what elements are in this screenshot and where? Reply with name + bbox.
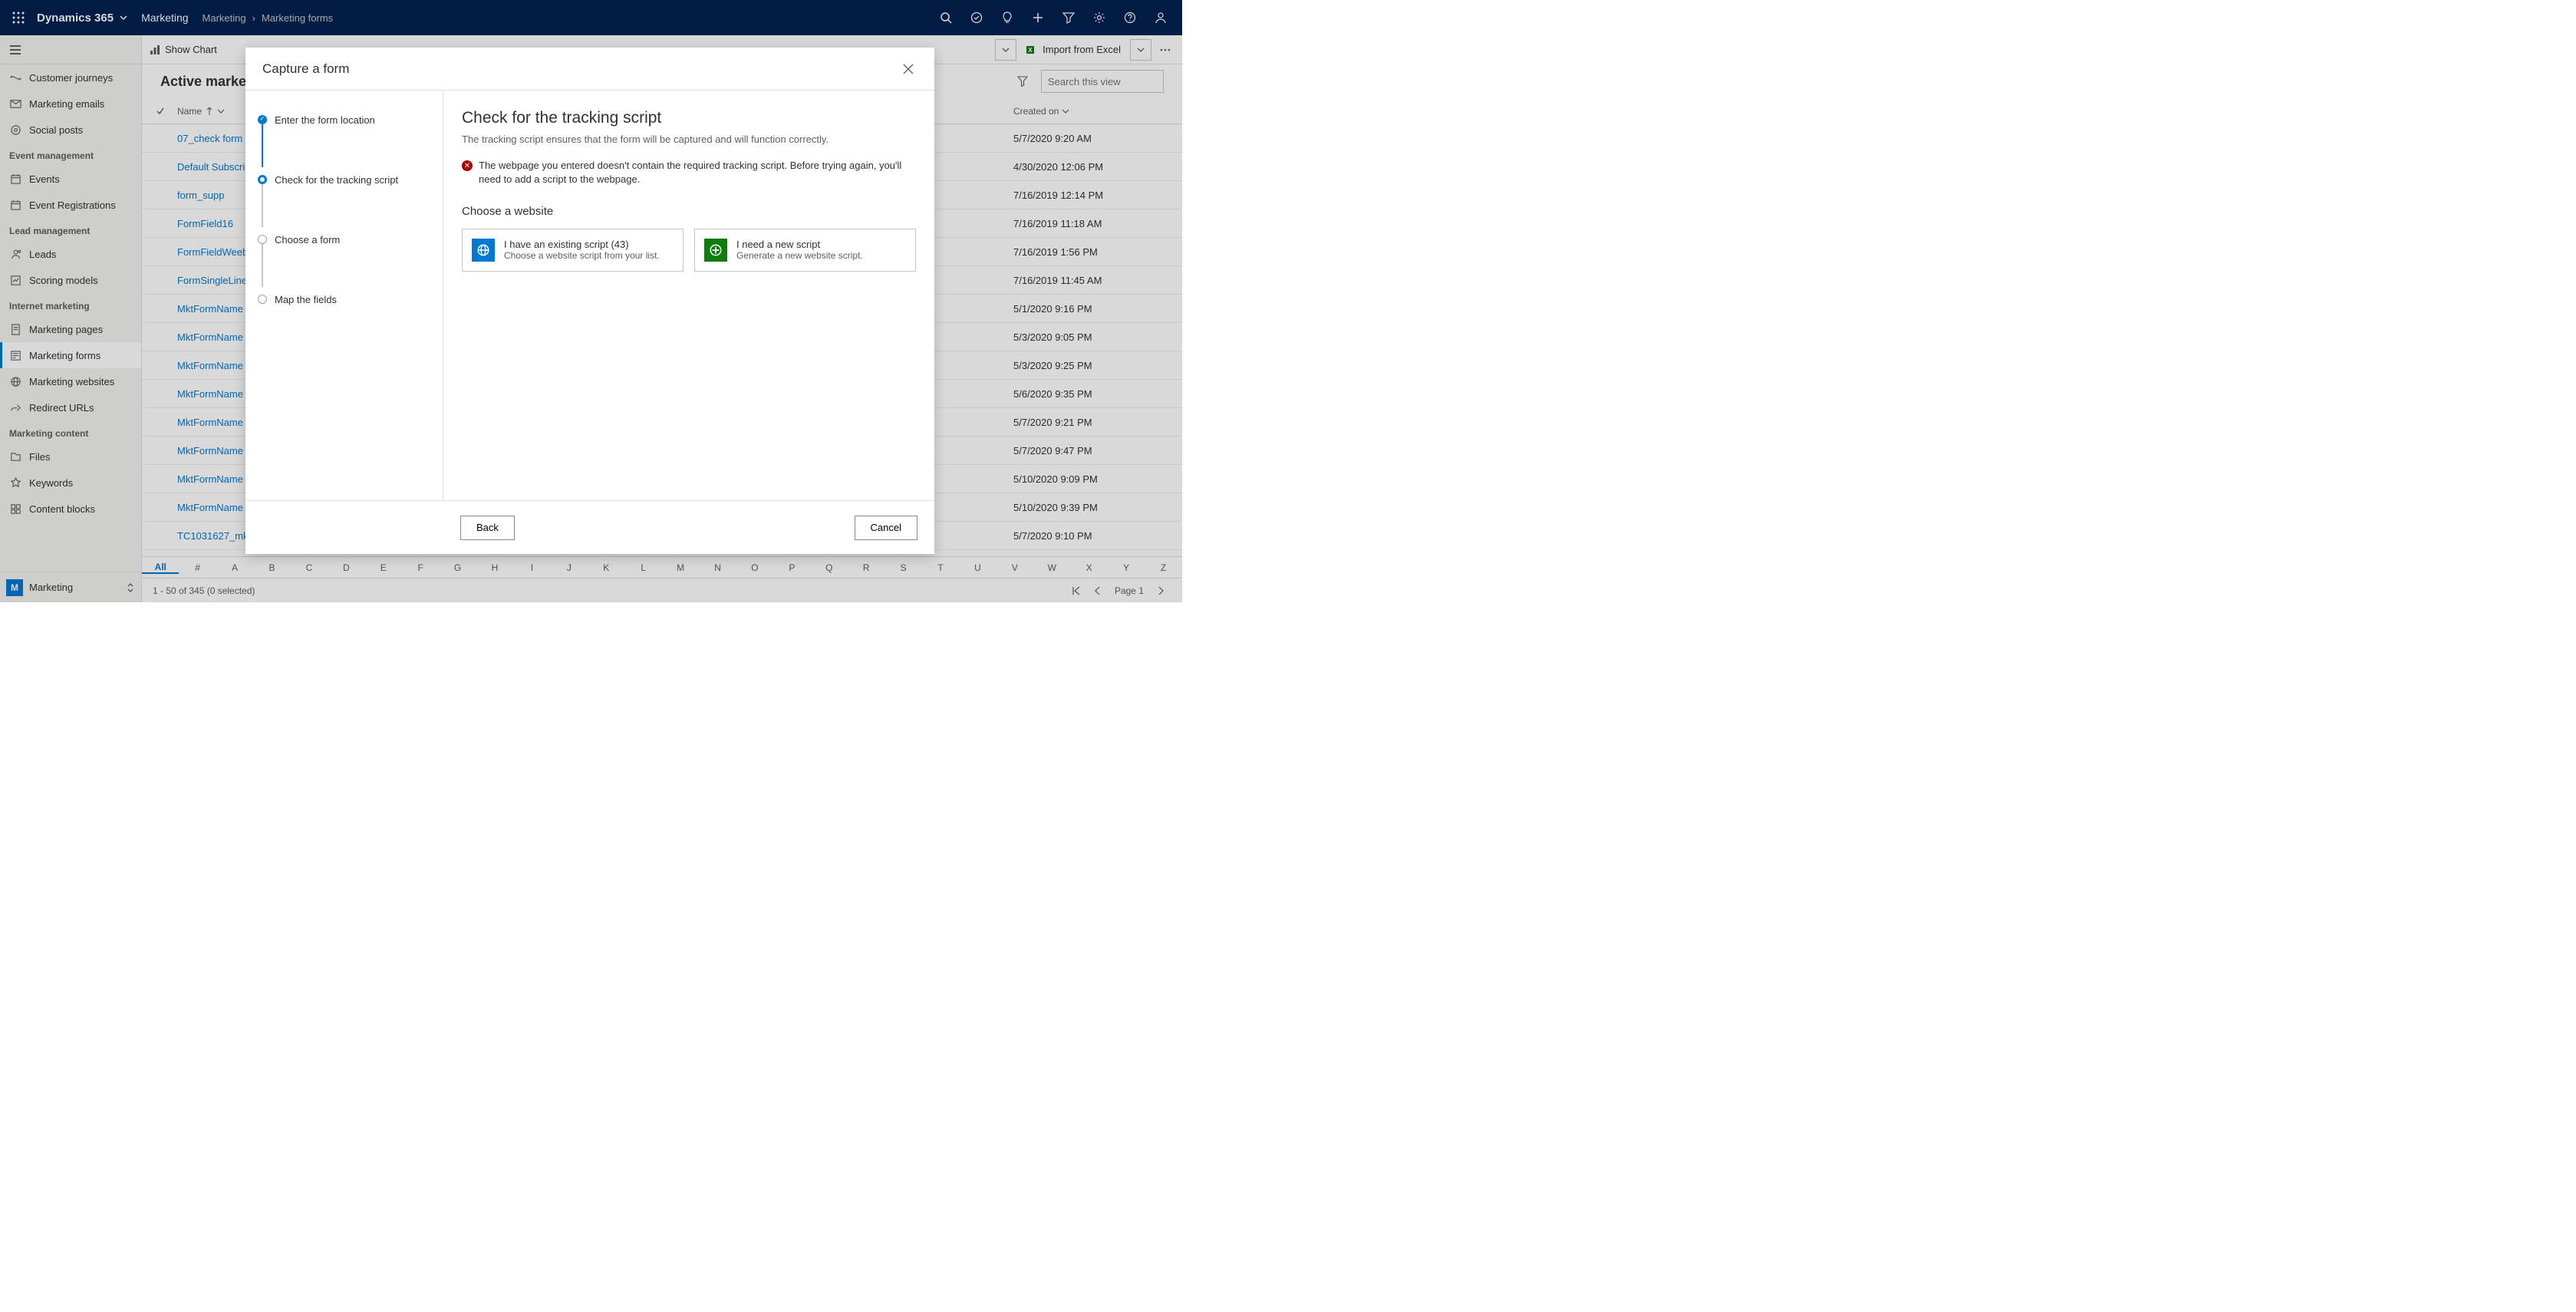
plus-icon — [704, 239, 727, 262]
globe-icon — [472, 239, 495, 262]
step-dot-icon — [258, 115, 267, 124]
wizard-step-3: Choose a form — [258, 229, 430, 250]
wizard-steps: Enter the form location Check for the tra… — [245, 91, 443, 500]
panel-subtext: The tracking script ensures that the for… — [462, 134, 916, 145]
panel-heading: Check for the tracking script — [462, 109, 916, 127]
choose-website-heading: Choose a website — [462, 205, 916, 218]
cancel-button[interactable]: Cancel — [855, 516, 917, 540]
wizard-step-4: Map the fields — [258, 288, 430, 310]
step-dot-icon — [258, 235, 267, 244]
back-button[interactable]: Back — [460, 516, 515, 540]
wizard-step-1: Enter the form location — [258, 109, 430, 130]
error-message: ✕ The webpage you entered doesn't contai… — [462, 159, 916, 186]
step-dot-icon — [258, 175, 267, 184]
capture-form-dialog: Capture a form Enter the form location Ch… — [245, 48, 934, 554]
dialog-title: Capture a form — [262, 61, 349, 77]
error-icon: ✕ — [462, 160, 473, 171]
website-option-card[interactable]: I have an existing script (43)Choose a w… — [462, 229, 684, 272]
close-icon[interactable] — [899, 60, 917, 78]
wizard-step-2: Check for the tracking script — [258, 169, 430, 190]
website-option-card[interactable]: I need a new scriptGenerate a new websit… — [694, 229, 916, 272]
step-dot-icon — [258, 295, 267, 304]
